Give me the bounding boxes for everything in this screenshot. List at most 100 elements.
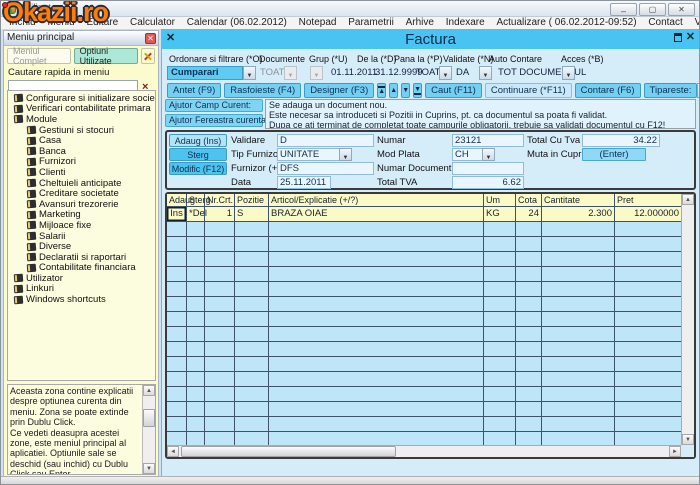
- table-cell[interactable]: 24: [516, 207, 542, 221]
- table-empty-row[interactable]: [167, 342, 681, 357]
- tree-item[interactable]: Salarii: [8, 231, 155, 242]
- table-empty-row[interactable]: [167, 297, 681, 312]
- column-header[interactable]: Cota: [516, 194, 542, 206]
- column-header[interactable]: Pozitie: [235, 194, 269, 206]
- menu-item[interactable]: Parametrii: [348, 17, 394, 28]
- tree-item[interactable]: Avansuri trezorerie: [8, 199, 155, 210]
- validare-field[interactable]: D: [277, 134, 374, 147]
- tipareste-button[interactable]: Tipareste:: [643, 82, 698, 98]
- muta-in-cuprins-button[interactable]: (Enter): [582, 148, 646, 161]
- restore-icon[interactable]: [673, 33, 682, 42]
- menu-item[interactable]: Indexare: [446, 17, 485, 28]
- full-menu-button[interactable]: Meniul Complet: [7, 46, 71, 66]
- rasfoieste-button[interactable]: Rasfoieste (F4): [224, 82, 302, 98]
- tree-item[interactable]: Casa: [8, 135, 155, 146]
- contare-button[interactable]: Contare (F6): [574, 82, 641, 98]
- table-empty-row[interactable]: [167, 237, 681, 252]
- table-empty-row[interactable]: [167, 402, 681, 417]
- de-la-field[interactable]: 01.11.2011: [331, 66, 377, 80]
- menu-item[interactable]: Calculator: [130, 17, 175, 28]
- dropdown-arrow-icon[interactable]: [482, 148, 495, 161]
- table-empty-row[interactable]: [167, 357, 681, 372]
- table-vertical-scrollbar[interactable]: [681, 194, 694, 445]
- tree-item[interactable]: Windows shortcuts: [8, 294, 155, 305]
- table-cell[interactable]: BRAZA OIAE: [269, 207, 484, 221]
- tree-item[interactable]: Mijloace fixe: [8, 220, 155, 231]
- table-empty-row[interactable]: [167, 387, 681, 402]
- minimize-icon[interactable]: [610, 3, 637, 16]
- menu-item[interactable]: Actualizare ( 06.02.2012-09:52): [496, 17, 636, 28]
- scroll-up-icon[interactable]: [682, 194, 694, 205]
- column-header[interactable]: Adaug: [167, 194, 195, 206]
- table-empty-row[interactable]: [167, 267, 681, 282]
- antet-button[interactable]: Antet (F9): [167, 82, 222, 98]
- tree-item[interactable]: Declaratii si raportari: [8, 252, 155, 263]
- tree-item[interactable]: Furnizori: [8, 156, 155, 167]
- nav-last-icon[interactable]: [413, 82, 423, 98]
- scrollbar-thumb[interactable]: [143, 409, 155, 427]
- numar-doc-plata-field[interactable]: [452, 162, 524, 175]
- scrollbar-thumb[interactable]: [181, 446, 396, 457]
- column-header[interactable]: Articol/Explicatie (+/?): [269, 194, 484, 206]
- adaug-button[interactable]: Adaug (Ins): [169, 134, 227, 147]
- table-cell[interactable]: 1: [205, 207, 235, 221]
- table-cell[interactable]: S: [235, 207, 269, 221]
- dropdown-arrow-icon[interactable]: [479, 66, 492, 80]
- table-empty-row[interactable]: [167, 312, 681, 327]
- column-header[interactable]: Um: [484, 194, 516, 206]
- menu-item[interactable]: Contact: [648, 17, 682, 28]
- sterg-button[interactable]: Sterg (Ctrl+Del): [169, 148, 227, 172]
- tree-item[interactable]: Clienti: [8, 167, 155, 178]
- menu-item[interactable]: Notepad: [299, 17, 337, 28]
- tree-item[interactable]: Module: [8, 114, 155, 125]
- scroll-down-icon[interactable]: [682, 434, 694, 445]
- close-icon[interactable]: [166, 31, 175, 44]
- tree-item[interactable]: Gestiuni si stocuri: [8, 125, 155, 136]
- tree-item[interactable]: Cheltuieli anticipate: [8, 178, 155, 189]
- table-cell[interactable]: 12.000000: [615, 207, 681, 221]
- tree-item[interactable]: Contabilitate financiara: [8, 262, 155, 273]
- table-empty-row[interactable]: [167, 432, 681, 445]
- tools-button[interactable]: [140, 48, 155, 64]
- menu-item[interactable]: View LogFile: [695, 17, 699, 28]
- close-icon[interactable]: [686, 32, 695, 43]
- modific-button[interactable]: Modific (F12): [169, 162, 227, 175]
- tip-furnizor-select[interactable]: UNITATE: [277, 148, 339, 161]
- nav-down-icon[interactable]: [401, 82, 411, 98]
- tree-item[interactable]: Diverse: [8, 241, 155, 252]
- used-options-button[interactable]: Optiuni Utilizate: [73, 46, 138, 66]
- scroll-down-icon[interactable]: [143, 463, 155, 474]
- table-empty-row[interactable]: [167, 282, 681, 297]
- table-cell[interactable]: Ins: [167, 207, 187, 221]
- tree-item[interactable]: Configurare si initializare societate: [8, 93, 155, 104]
- table-empty-row[interactable]: [167, 372, 681, 387]
- dropdown-arrow-icon[interactable]: [243, 66, 256, 80]
- table-empty-row[interactable]: [167, 252, 681, 267]
- tree-item[interactable]: Creditare societate: [8, 188, 155, 199]
- description-scrollbar[interactable]: [142, 385, 155, 474]
- nav-first-icon[interactable]: [377, 82, 387, 98]
- sidebar-close-icon[interactable]: [145, 33, 156, 44]
- dropdown-arrow-icon[interactable]: [339, 148, 352, 161]
- close-icon[interactable]: [668, 3, 695, 16]
- tree-item[interactable]: Utilizator: [8, 273, 155, 284]
- table-empty-row[interactable]: [167, 222, 681, 237]
- tree-item[interactable]: Marketing: [8, 209, 155, 220]
- table-cell[interactable]: 2.300: [542, 207, 615, 221]
- caut-button[interactable]: Caut (F11): [425, 82, 482, 98]
- tree-item[interactable]: Banca: [8, 146, 155, 157]
- column-header[interactable]: Cantitate: [542, 194, 615, 206]
- table-row[interactable]: Ins *Del 1 S BRAZA OIAE KG 24 2.300 12.0…: [167, 207, 681, 222]
- column-header[interactable]: Nr.Crt.: [205, 194, 235, 206]
- mod-plata-select[interactable]: CH: [452, 148, 482, 161]
- column-header[interactable]: Pret: [615, 194, 681, 206]
- data-field[interactable]: 25.11.2011: [277, 176, 331, 189]
- nav-up-icon[interactable]: [389, 82, 399, 98]
- dropdown-arrow-icon[interactable]: [439, 66, 452, 80]
- table-horizontal-scrollbar[interactable]: [167, 445, 681, 457]
- table-empty-row[interactable]: [167, 327, 681, 342]
- continuare-button[interactable]: Continuare (*F11): [484, 82, 572, 98]
- tree-item[interactable]: Verificari contabilitate primara: [8, 103, 155, 114]
- table-cell[interactable]: KG: [484, 207, 516, 221]
- scroll-up-icon[interactable]: [143, 385, 155, 396]
